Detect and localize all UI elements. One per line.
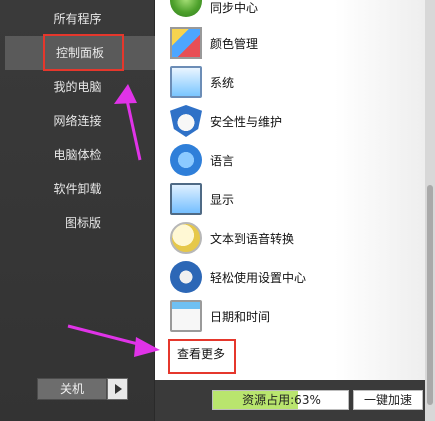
panel-item-system[interactable]: 系统 (170, 65, 234, 99)
panel-item-ease-of-access[interactable]: 轻松使用设置中心 (170, 260, 306, 294)
power-options-arrow-icon[interactable] (107, 378, 128, 400)
resource-usage-bar: 资源占用:63% (212, 390, 349, 410)
scrollbar-thumb[interactable] (427, 185, 433, 405)
system-icon (170, 66, 202, 98)
sidebar-item-checkup[interactable]: 电脑体检 (0, 138, 155, 172)
ease-of-access-icon (170, 261, 202, 293)
panel-item-text-to-speech[interactable]: 文本到语音转换 (170, 221, 294, 255)
language-icon (170, 144, 202, 176)
panel-item-sync-center[interactable]: 同步中心 (170, 0, 258, 24)
panel-item-label: 颜色管理 (210, 36, 259, 51)
calendar-icon (170, 300, 202, 332)
power-control: 关机 (37, 378, 128, 400)
panel-item-label: 轻松使用设置中心 (210, 270, 307, 285)
display-icon (170, 183, 202, 215)
sidebar-item-icon-version[interactable]: 图标版 (28, 206, 138, 240)
one-click-accelerate-button[interactable]: 一键加速 (353, 390, 423, 410)
panel-shade (335, 0, 425, 380)
panel-item-label: 日期和时间 (210, 309, 271, 324)
sidebar-item-my-computer[interactable]: 我的电脑 (0, 70, 155, 104)
panel-item-label: 安全性与维护 (210, 114, 283, 129)
sidebar-item-all-programs[interactable]: 所有程序 (0, 2, 155, 36)
panel-item-security[interactable]: 安全性与维护 (170, 104, 282, 138)
view-more-highlight-box (168, 339, 236, 374)
panel-item-label: 文本到语音转换 (210, 231, 295, 246)
panel-item-label: 同步中心 (210, 0, 259, 15)
panel-item-display[interactable]: 显示 (170, 182, 234, 216)
control-panel-highlight-box (43, 34, 124, 71)
sidebar-item-network[interactable]: 网络连接 (0, 104, 155, 138)
sync-icon (170, 0, 202, 23)
resource-usage-text: 资源占用:63% (242, 393, 321, 407)
panel-item-label: 语言 (210, 153, 235, 168)
security-flag-icon (170, 105, 202, 137)
sidebar-item-uninstall[interactable]: 软件卸载 (0, 172, 155, 206)
panel-item-label: 显示 (210, 192, 235, 207)
text-to-speech-icon (170, 222, 202, 254)
color-management-icon (170, 27, 202, 59)
panel-item-language[interactable]: 语言 (170, 143, 234, 177)
panel-item-label: 系统 (210, 75, 235, 90)
panel-item-color-management[interactable]: 颜色管理 (170, 26, 258, 60)
panel-item-date-time[interactable]: 日期和时间 (170, 299, 270, 333)
shutdown-button[interactable]: 关机 (37, 378, 107, 400)
